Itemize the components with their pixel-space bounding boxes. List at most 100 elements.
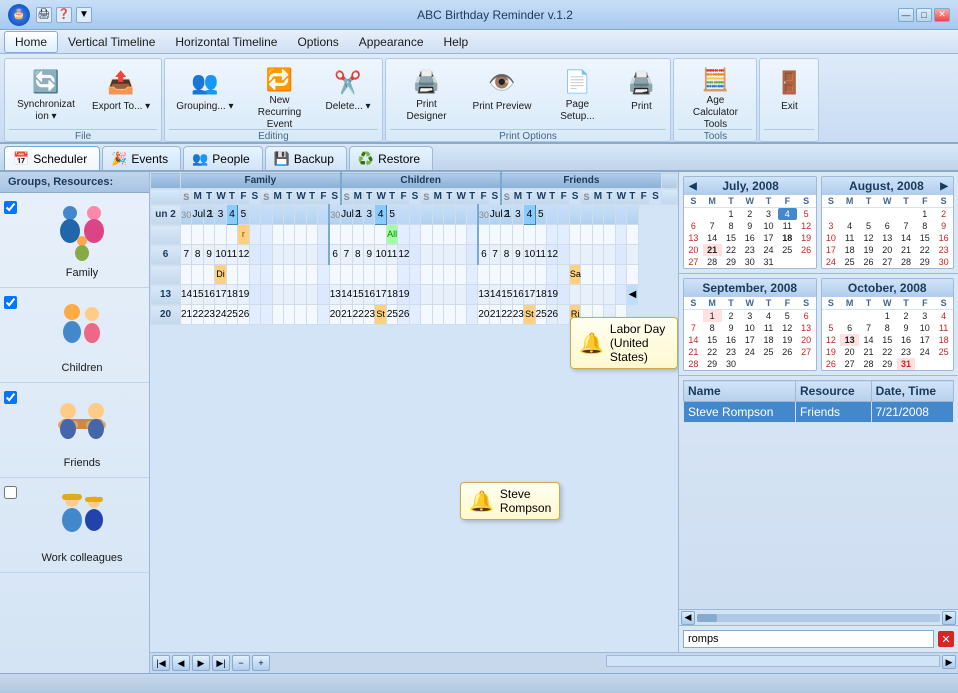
july-grid: SMTWTFS 1 2 3 4 5 6 7 8 <box>684 195 816 268</box>
nav-first[interactable]: |◀ <box>152 655 170 671</box>
restore-tab-icon: ♻️ <box>358 151 374 167</box>
menu-vertical-timeline[interactable]: Vertical Timeline <box>58 32 165 52</box>
minimize-button[interactable]: — <box>898 8 914 22</box>
tab-scheduler[interactable]: 📅 Scheduler <box>4 146 100 170</box>
sep-title: September, 2008 <box>702 281 797 295</box>
maximize-button[interactable]: □ <box>916 8 932 22</box>
close-button[interactable]: ✕ <box>934 8 950 22</box>
search-clear-button[interactable]: ✕ <box>938 631 954 647</box>
tab-backup[interactable]: 💾 Backup <box>265 146 347 170</box>
tab-events[interactable]: 🎉 Events <box>102 146 181 170</box>
ribbon-file-label: File <box>9 129 157 144</box>
grouping-button[interactable]: 👥 Grouping... ▾ <box>169 63 240 127</box>
scroll-right-btn[interactable]: ▶ <box>942 611 956 625</box>
print-preview-label: Print Preview <box>473 101 532 113</box>
page-setup-button[interactable]: 📄 Page Setup... <box>540 63 614 127</box>
bottom-scroll-right[interactable]: ▶ <box>942 655 956 669</box>
scheduler-grid[interactable]: Family Children Friends SMTWTFS SMTWTFS <box>150 172 678 652</box>
export-label: Export To... ▾ <box>92 101 150 113</box>
quick-btn-1[interactable]: 🖨 <box>36 7 52 23</box>
event-table: Name Resource Date, Time Steve Rompson F… <box>683 380 954 423</box>
events-tab-icon: 🎉 <box>111 151 127 167</box>
ribbon-group-tools: 🧮 Age Calculator Tools Tools <box>673 58 757 142</box>
page-setup-icon: 📄 <box>561 67 593 97</box>
delete-label: Delete... ▾ <box>325 101 370 113</box>
ribbon-tools-label: Tools <box>678 129 752 144</box>
scroll-thumb[interactable] <box>697 614 717 622</box>
tab-people[interactable]: 👥 People <box>183 146 263 170</box>
title-bar-left: 🎂 🖨 ❓ ▼ <box>8 4 92 26</box>
menu-help[interactable]: Help <box>434 32 479 52</box>
right-panel: ◀ July, 2008 SMTWTFS 1 2 3 <box>678 172 958 652</box>
menu-home[interactable]: Home <box>4 31 58 53</box>
ribbon-print-label: Print Options <box>390 129 667 144</box>
exit-button[interactable]: 🚪 Exit <box>764 63 814 127</box>
delete-icon: ✂️ <box>332 67 364 99</box>
nav-prev[interactable]: ◀ <box>172 655 190 671</box>
children-checkbox[interactable] <box>4 296 17 309</box>
ribbon-tools-buttons: 🧮 Age Calculator Tools <box>678 61 752 129</box>
ribbon-group-exit: 🚪 Exit <box>759 58 819 142</box>
events-tab-label: Events <box>131 152 168 166</box>
datetime-column-header: Date, Time <box>871 381 953 402</box>
export-button[interactable]: 📤 Export To... ▾ <box>85 63 157 127</box>
backup-tab-icon: 💾 <box>274 151 290 167</box>
nav-last[interactable]: ▶| <box>212 655 230 671</box>
sync-button[interactable]: 🔄 Synchronization ▾ <box>9 63 83 127</box>
scroll-left-btn[interactable]: ◀ <box>681 611 695 625</box>
friends-row: Friends <box>4 391 145 469</box>
mini-cal-september: September, 2008 SMTWTFS 1 2 3 4 5 <box>683 278 817 371</box>
sidebar-item-work[interactable]: Work colleagues <box>0 478 149 573</box>
mini-cal-top-row: ◀ July, 2008 SMTWTFS 1 2 3 <box>679 172 958 274</box>
print-preview-button[interactable]: 👁️ Print Preview <box>466 63 539 127</box>
menu-horizontal-timeline[interactable]: Horizontal Timeline <box>165 32 287 52</box>
ribbon: 🔄 Synchronization ▾ 📤 Export To... ▾ Fil… <box>0 54 958 144</box>
menu-options[interactable]: Options <box>287 32 348 52</box>
nav-minus[interactable]: − <box>232 655 250 671</box>
quick-btn-3[interactable]: ▼ <box>76 7 92 23</box>
table-row: 13 14 15 16 17 18 19 <box>151 285 678 305</box>
sidebar-item-family[interactable]: Family <box>0 193 149 288</box>
print-button[interactable]: 🖨️ Print <box>616 63 666 127</box>
list-item[interactable]: Steve Rompson Friends 7/21/2008 <box>684 402 954 423</box>
nav-next[interactable]: ▶ <box>192 655 210 671</box>
friends-checkbox[interactable] <box>4 391 17 404</box>
ribbon-print-buttons: 🖨️ Print Designer 👁️ Print Preview 📄 Pag… <box>390 61 667 129</box>
children-row: Children <box>4 296 145 374</box>
bell-icon-2: 🔔 <box>469 489 494 514</box>
new-recurring-button[interactable]: 🔁 New Recurring Event <box>242 63 316 127</box>
august-next[interactable]: ▶ <box>937 181 951 192</box>
window-controls: — □ ✕ <box>898 8 950 22</box>
grouping-icon: 👥 <box>189 67 221 99</box>
family-checkbox[interactable] <box>4 201 17 214</box>
quick-btn-2[interactable]: ❓ <box>56 7 72 23</box>
tab-restore[interactable]: ♻️ Restore <box>349 146 433 170</box>
search-input[interactable] <box>683 630 934 648</box>
ribbon-group-editing: 👥 Grouping... ▾ 🔁 New Recurring Event ✂️… <box>164 58 382 142</box>
event-date: 7/21/2008 <box>871 402 953 423</box>
august-header: August, 2008 ▶ <box>822 177 954 195</box>
print-designer-button[interactable]: 🖨️ Print Designer <box>390 63 464 127</box>
event-resource: Friends <box>795 402 871 423</box>
print-designer-label: Print Designer <box>397 99 457 123</box>
ribbon-file-buttons: 🔄 Synchronization ▾ 📤 Export To... ▾ <box>9 61 157 129</box>
people-tab-icon: 👥 <box>192 151 208 167</box>
sidebar-item-friends[interactable]: Friends <box>0 383 149 478</box>
age-calc-button[interactable]: 🧮 Age Calculator Tools <box>678 63 752 127</box>
new-recurring-label: New Recurring Event <box>249 95 309 131</box>
restore-tab-label: Restore <box>378 152 420 166</box>
menu-appearance[interactable]: Appearance <box>349 32 434 52</box>
people-tab-label: People <box>212 152 249 166</box>
right-scrollbar: ◀ ▶ <box>679 609 958 625</box>
ribbon-exit-label <box>764 129 814 144</box>
bottom-scrollbar[interactable] <box>606 655 940 667</box>
sidebar-item-children[interactable]: Children <box>0 288 149 383</box>
nav-plus[interactable]: + <box>252 655 270 671</box>
friends-icon <box>50 391 114 455</box>
delete-button[interactable]: ✂️ Delete... ▾ <box>318 63 377 127</box>
scroll-col <box>662 173 678 189</box>
sidebar: Groups, Resources: <box>0 172 150 673</box>
page-setup-label: Page Setup... <box>547 99 607 123</box>
july-prev[interactable]: ◀ <box>686 181 700 192</box>
work-checkbox[interactable] <box>4 486 17 499</box>
